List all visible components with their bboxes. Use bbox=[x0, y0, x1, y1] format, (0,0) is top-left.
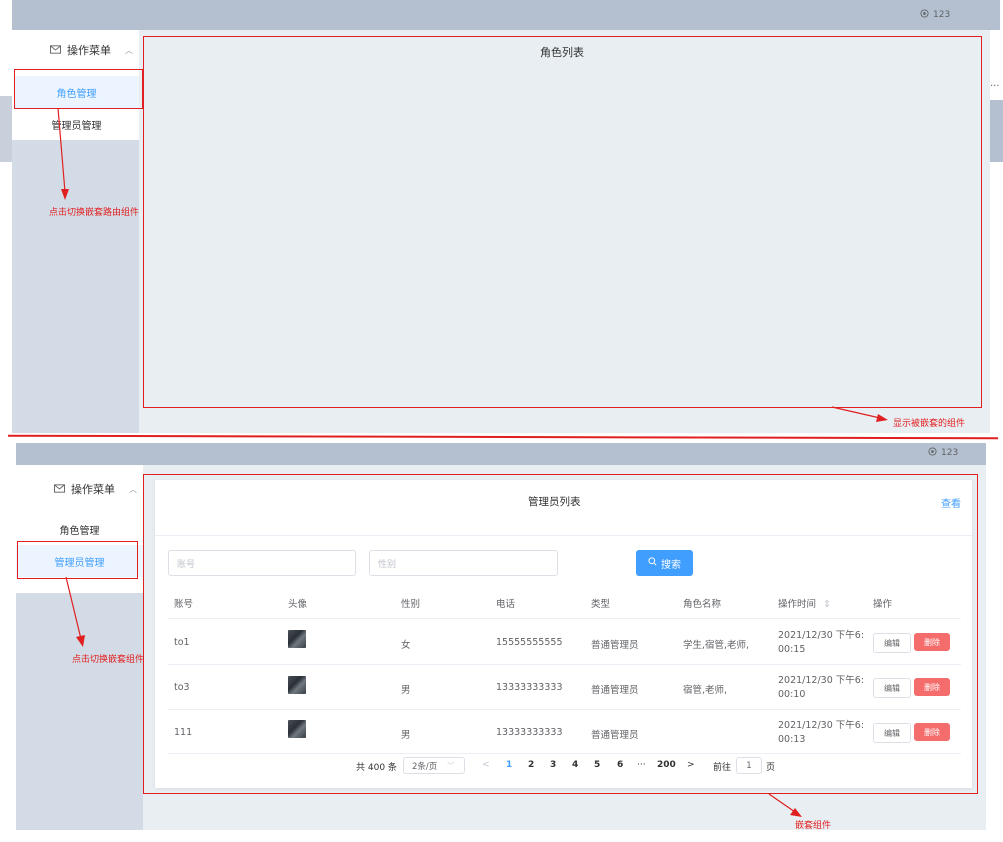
bottom-annotation-bottom: 嵌套组件 bbox=[795, 821, 832, 831]
user-avatar-icon bbox=[928, 447, 937, 459]
top-menu-title[interactable]: 操作菜单 ︿ bbox=[50, 42, 133, 58]
top-menu-highlight-box bbox=[14, 69, 143, 109]
bottom-menu-title[interactable]: 操作菜单 ︿ bbox=[54, 481, 137, 497]
bottom-menu-highlight-box bbox=[17, 541, 138, 579]
bottom-arrow-down bbox=[768, 793, 802, 817]
top-arrow-right bbox=[831, 406, 888, 422]
top-header-bar bbox=[12, 0, 1000, 30]
bottom-annotation-left: 点击切换嵌套组件 bbox=[72, 655, 145, 665]
bottom-menu-item-role[interactable]: 角色管理 bbox=[16, 514, 143, 544]
mail-icon bbox=[50, 44, 61, 57]
bottom-content-highlight-box bbox=[143, 474, 978, 794]
top-user-info[interactable]: 123 bbox=[920, 9, 950, 21]
top-left-strip bbox=[0, 96, 12, 162]
user-avatar-icon bbox=[920, 9, 929, 21]
top-content-highlight-box bbox=[143, 36, 982, 408]
chevron-up-icon: ︿ bbox=[129, 484, 137, 494]
mail-icon bbox=[54, 483, 65, 496]
top-arrow-left bbox=[57, 107, 69, 200]
bottom-header-bar bbox=[16, 443, 986, 465]
bottom-user-info[interactable]: 123 bbox=[928, 447, 958, 459]
top-overflow-strip bbox=[990, 100, 1003, 162]
section-divider bbox=[7, 434, 999, 439]
user-name: 123 bbox=[933, 10, 951, 20]
menu-title-label: 操作菜单 bbox=[71, 483, 115, 496]
menu-title-label: 操作菜单 bbox=[67, 44, 111, 57]
bottom-arrow-left bbox=[65, 576, 85, 647]
user-name: 123 bbox=[941, 448, 959, 458]
top-annotation-left: 点击切换嵌套路由组件 bbox=[49, 208, 140, 218]
chevron-up-icon: ︿ bbox=[125, 45, 133, 55]
top-ellipsis: ... bbox=[990, 78, 1000, 89]
top-annotation-right: 显示被嵌套的组件 bbox=[893, 419, 966, 429]
